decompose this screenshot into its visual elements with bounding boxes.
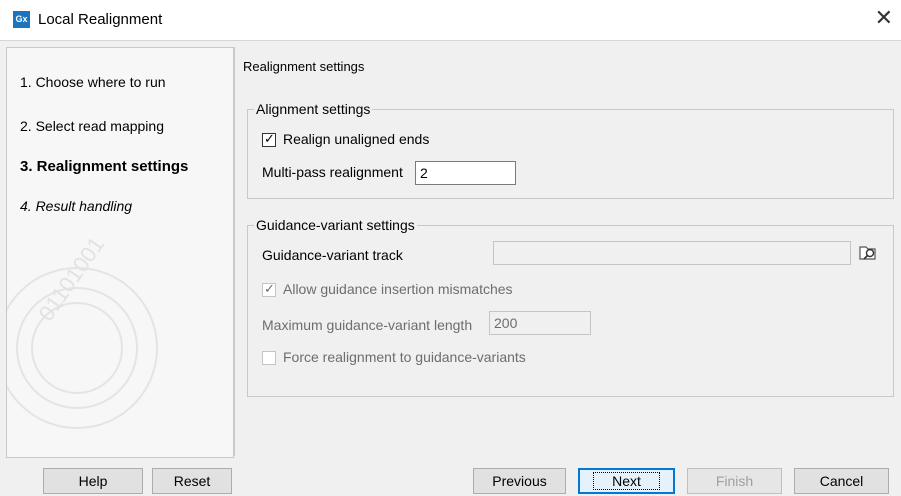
next-button-label: Next: [593, 472, 660, 490]
window-title: Local Realignment: [38, 11, 163, 28]
step-realignment-settings: 3. Realignment settings: [20, 158, 189, 175]
step-result-handling: 4. Result handling: [20, 198, 133, 214]
cancel-button[interactable]: Cancel: [794, 468, 889, 494]
max-guidance-length-label: Maximum guidance-variant length: [262, 317, 473, 333]
settings-panel: Realignment settings Alignment settings …: [234, 47, 901, 456]
multipass-input[interactable]: 2: [415, 161, 516, 185]
close-icon[interactable]: ✕: [875, 6, 893, 30]
watermark-logo: 01101001: [7, 232, 158, 429]
guidance-variant-track-input[interactable]: [493, 241, 851, 265]
reset-button[interactable]: Reset: [152, 468, 232, 494]
realign-unaligned-ends-label: Realign unaligned ends: [283, 131, 430, 147]
max-guidance-length-input[interactable]: 200: [489, 311, 591, 335]
checkmark-icon: ✓: [264, 131, 275, 146]
alignment-settings-legend: Alignment settings: [256, 101, 371, 117]
help-button[interactable]: Help: [43, 468, 143, 494]
alignment-settings-group: Alignment settings: [247, 101, 894, 199]
realign-unaligned-ends-checkbox[interactable]: ✓: [262, 131, 276, 147]
svg-text:01101001: 01101001: [33, 232, 109, 325]
checkmark-icon: ✓: [264, 281, 275, 296]
step-choose-where-to-run: 1. Choose where to run: [20, 74, 166, 90]
guidance-variant-track-label: Guidance-variant track: [262, 247, 403, 263]
force-realignment-checkbox[interactable]: [262, 351, 276, 365]
allow-guidance-mismatch-checkbox[interactable]: ✓: [262, 281, 276, 297]
guidance-variant-settings-legend: Guidance-variant settings: [256, 217, 415, 233]
force-realignment-label: Force realignment to guidance-variants: [283, 349, 526, 365]
app-icon: Gx: [13, 11, 30, 28]
page-title: Realignment settings: [243, 59, 365, 74]
allow-guidance-mismatch-label: Allow guidance insertion mismatches: [283, 281, 513, 297]
title-bar: Gx Local Realignment ✕: [0, 0, 901, 40]
multipass-label: Multi-pass realignment: [262, 164, 403, 180]
previous-button[interactable]: Previous: [473, 468, 566, 494]
browse-icon[interactable]: [857, 241, 879, 263]
dialog-body: 01101001 1. Choose where to run 2. Selec…: [0, 40, 901, 496]
step-select-read-mapping: 2. Select read mapping: [20, 118, 164, 134]
finish-button[interactable]: Finish: [687, 468, 782, 494]
next-button[interactable]: Next: [578, 468, 675, 494]
wizard-steps-panel: 01101001 1. Choose where to run 2. Selec…: [6, 47, 234, 458]
